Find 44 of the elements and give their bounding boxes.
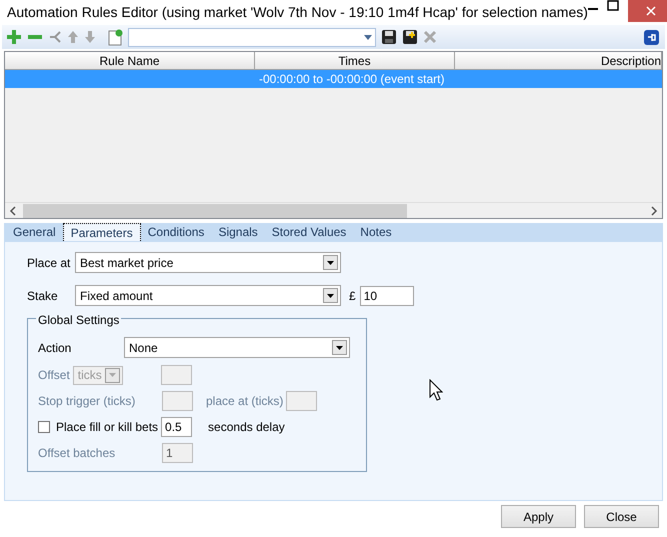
branch-icon[interactable] [48,30,62,44]
new-document-icon[interactable] [107,28,123,46]
checkbox[interactable] [38,421,50,433]
stake-dropdown[interactable]: Fixed amount [75,285,341,306]
add-icon[interactable] [6,29,22,45]
save-new-icon[interactable] [402,29,418,45]
pin-icon[interactable] [644,30,659,44]
maximize-icon[interactable] [606,0,620,12]
amount-field[interactable]: 10 [360,286,414,306]
mouse-cursor-icon [429,379,443,401]
checkbox-label[interactable]: Place fill or kill bets [56,418,158,436]
field-label: Stake [27,288,59,304]
offset-field [160,365,192,385]
dialog-button[interactable]: Apply [501,505,576,528]
table-cell-text: -00:00:00 to -00:00:00 (event start) [259,71,444,88]
tab[interactable]: Notes [353,223,399,241]
tab[interactable]: Parameters [62,223,141,241]
currency-label: £ [349,288,356,304]
tab[interactable]: Signals [211,223,265,241]
unit-dropdown: ticks [72,366,123,384]
save-icon[interactable] [381,29,397,45]
action-dropdown[interactable]: None [124,337,350,358]
scroll-left-icon[interactable] [9,206,17,216]
field-label: place at (ticks) [206,393,284,410]
field-label: Offset batches [38,445,116,462]
field-label: Stop trigger (ticks) [38,393,136,410]
field-label: seconds delay [208,419,285,436]
scroll-right-icon[interactable] [650,206,658,216]
field-label: Action [38,340,72,356]
delay-field[interactable]: 0.5 [161,417,192,437]
offset-batches-field: 1 [162,443,193,463]
horizontal-scrollbar[interactable] [5,202,662,218]
place-at-ticks-field [286,391,318,411]
place-at-dropdown[interactable]: Best market price [75,252,341,273]
tab[interactable]: Conditions [140,223,212,241]
field-label: Offset [38,367,70,384]
dialog-button[interactable]: Close [584,505,659,528]
window-title: Automation Rules Editor (using market 'Wolv 7th Nov - 19:10 1m4f Hcap' for selection names) [7,3,588,22]
close-icon[interactable] [646,6,656,16]
tab[interactable]: General [6,223,63,241]
close-button[interactable] [628,0,667,22]
stop-trigger-field [162,391,193,411]
field-label: Place at [27,254,72,272]
tab[interactable]: Stored Values [264,223,354,241]
